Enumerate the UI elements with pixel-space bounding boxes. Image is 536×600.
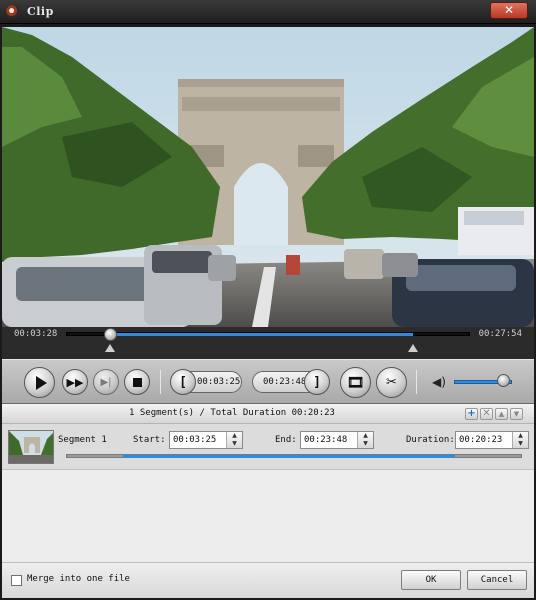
move-down-icon[interactable]: ▼	[510, 408, 523, 420]
set-end-button[interactable]: ]	[304, 369, 330, 395]
spin-up-icon[interactable]: ▲	[358, 432, 373, 440]
spin-down-icon[interactable]: ▼	[513, 440, 528, 448]
move-up-icon[interactable]: ▲	[495, 408, 508, 420]
end-label: End:	[275, 435, 297, 445]
fast-forward-button[interactable]: ▶▶	[62, 369, 88, 395]
divider	[160, 370, 161, 394]
play-icon	[35, 375, 47, 390]
segment-range-fill	[123, 455, 455, 458]
title-bar: Clip ✕	[0, 0, 536, 24]
spin-up-icon[interactable]: ▲	[227, 432, 242, 440]
add-icon[interactable]: +	[465, 408, 478, 420]
start-time-value: 00:03:25	[197, 377, 241, 387]
next-frame-button[interactable]: ▶|	[93, 369, 119, 395]
segment-name: Segment 1	[58, 435, 107, 445]
divider	[416, 370, 417, 394]
app-logo-icon	[6, 5, 20, 19]
total-time-label: 00:27:54	[478, 329, 522, 339]
end-time-value: 00:23:48	[263, 377, 307, 387]
delete-icon[interactable]: ✕	[480, 408, 493, 420]
play-button[interactable]	[24, 367, 55, 398]
stop-icon	[132, 377, 142, 387]
footer: Merge into one file OK Cancel	[2, 562, 534, 598]
fast-forward-icon: ▶▶	[66, 375, 84, 389]
split-segment-button[interactable]: ✂	[376, 367, 407, 398]
video-frame-image	[2, 27, 534, 327]
segment-thumbnail	[8, 430, 54, 464]
segments-panel: 1 Segment(s) / Total Duration 00:20:23 +…	[2, 404, 534, 562]
spin-up-icon[interactable]: ▲	[513, 432, 528, 440]
seek-selection-fill	[110, 333, 414, 336]
merge-checkbox[interactable]	[11, 575, 22, 586]
playback-controls: ▶▶ ▶| 00:03:25 [ 00:23:48 ] 🎞 ✂ ◀)	[2, 359, 534, 404]
spin-down-icon[interactable]: ▼	[358, 440, 373, 448]
current-time-label: 00:03:28	[14, 329, 58, 339]
trim-start-marker[interactable]	[105, 344, 116, 352]
film-add-icon: 🎞	[346, 374, 365, 391]
segments-summary: 1 Segment(s) / Total Duration 00:20:23	[129, 408, 335, 418]
set-start-button[interactable]: [	[170, 369, 196, 395]
trim-end-marker[interactable]	[408, 344, 419, 352]
segment-end-stepper[interactable]: 00:23:48 ▲ ▼	[300, 431, 374, 449]
bracket-left-icon: [	[179, 374, 187, 390]
merge-label[interactable]: Merge into one file	[27, 574, 130, 584]
add-segment-button[interactable]: 🎞	[340, 367, 371, 398]
close-button[interactable]: ✕	[490, 2, 528, 19]
window-title: Clip	[27, 5, 54, 18]
start-label: Start:	[133, 435, 166, 445]
segment-duration-stepper[interactable]: 00:20:23 ▲ ▼	[455, 431, 529, 449]
bracket-right-icon: ]	[313, 374, 321, 390]
video-preview	[2, 27, 534, 327]
volume-handle[interactable]	[497, 374, 511, 387]
ok-button[interactable]: OK	[401, 570, 461, 590]
cancel-button[interactable]: Cancel	[467, 570, 527, 590]
next-frame-icon: ▶|	[100, 376, 112, 388]
segments-summary-bar: 1 Segment(s) / Total Duration 00:20:23 +…	[2, 404, 534, 424]
duration-label: Duration:	[406, 435, 455, 445]
segment-end-value[interactable]: 00:23:48	[301, 432, 357, 448]
seek-area: 00:03:28 00:27:54	[2, 327, 534, 359]
volume-icon[interactable]: ◀)	[432, 375, 446, 389]
segment-duration-value[interactable]: 00:20:23	[456, 432, 512, 448]
stop-button[interactable]	[124, 369, 150, 395]
segment-start-value[interactable]: 00:03:25	[170, 432, 226, 448]
spin-down-icon[interactable]: ▼	[227, 440, 242, 448]
segment-start-stepper[interactable]: 00:03:25 ▲ ▼	[169, 431, 243, 449]
segment-row[interactable]: Segment 1 Start: 00:03:25 ▲ ▼ End: 00:23:…	[2, 424, 534, 470]
film-cut-icon: ✂	[386, 375, 397, 390]
seek-handle[interactable]	[104, 328, 118, 341]
